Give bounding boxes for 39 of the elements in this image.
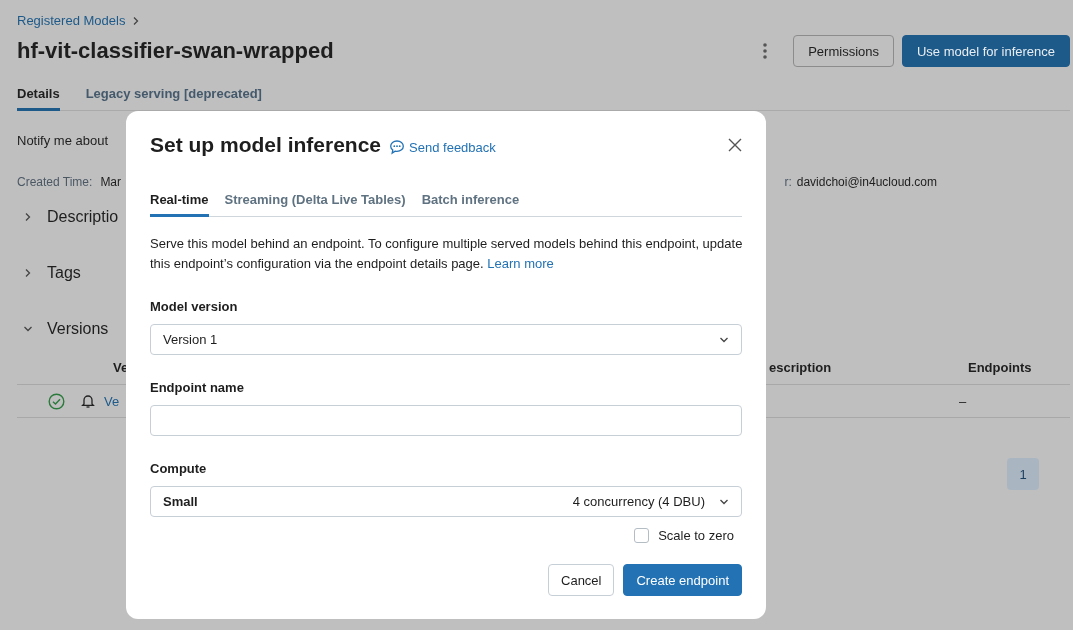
- field-label: Endpoint name: [150, 380, 245, 395]
- cancel-button[interactable]: Cancel: [548, 564, 615, 596]
- field-label: Model version: [150, 299, 239, 314]
- creator-value: davidchoi@in4ucloud.com: [796, 175, 937, 189]
- description-text: Serve this model behind an endpoint. To configure multiple served models behind this endpoint, update this endpoint’s configuration via the endpoint details page. Learn more: [150, 235, 744, 273]
- endpoint-name-field[interactable]: [150, 405, 742, 436]
- create-endpoint-button[interactable]: Create endpoint: [623, 564, 742, 596]
- tab[interactable]: Batch inference: [421, 192, 520, 217]
- close-icon[interactable]: [728, 138, 742, 152]
- page-title: hf-vit-classifier-swan-wrapped: [17, 38, 334, 64]
- checkbox-label: Scale to zero: [658, 528, 734, 543]
- use-model-button[interactable]: Use model for inference: [902, 35, 1070, 67]
- compute-select[interactable]: Small 4 concurrency (4 DBU): [150, 486, 742, 517]
- column-header: escription: [769, 360, 833, 375]
- table-cell: –: [959, 393, 967, 409]
- section-title[interactable]: Tags: [47, 264, 81, 282]
- notify-label: Notify me about: [17, 133, 109, 148]
- version-select[interactable]: Version 1: [150, 324, 742, 355]
- check-circle-icon: [48, 392, 65, 410]
- tab[interactable]: Streaming (Delta Live Tables): [224, 192, 406, 217]
- dialog-title: Set up model inference: [150, 133, 382, 157]
- permissions-button[interactable]: Permissions: [793, 35, 894, 67]
- field-label: Compute: [150, 461, 208, 476]
- tab[interactable]: Details: [17, 82, 60, 111]
- section-title[interactable]: Descriptio: [47, 208, 119, 226]
- checkbox[interactable]: [634, 528, 650, 543]
- column-header: Endpoints: [968, 360, 1032, 375]
- created-time-label: Created Time:: [17, 175, 93, 189]
- creator-label: r:: [784, 175, 792, 189]
- speech-bubble-icon: [389, 139, 406, 155]
- bell-icon: [80, 393, 96, 409]
- page-button[interactable]: 1: [1007, 458, 1039, 490]
- tab[interactable]: Legacy serving [deprecated]: [85, 82, 262, 111]
- section-title[interactable]: Versions: [47, 320, 109, 338]
- feedback-link[interactable]: Send feedback: [389, 139, 496, 155]
- created-time-value: Mar: [100, 175, 122, 189]
- tab[interactable]: Real-time: [150, 192, 209, 217]
- learn-more-link[interactable]: Learn more: [487, 256, 554, 271]
- breadcrumb-link[interactable]: Registered Models: [17, 13, 126, 28]
